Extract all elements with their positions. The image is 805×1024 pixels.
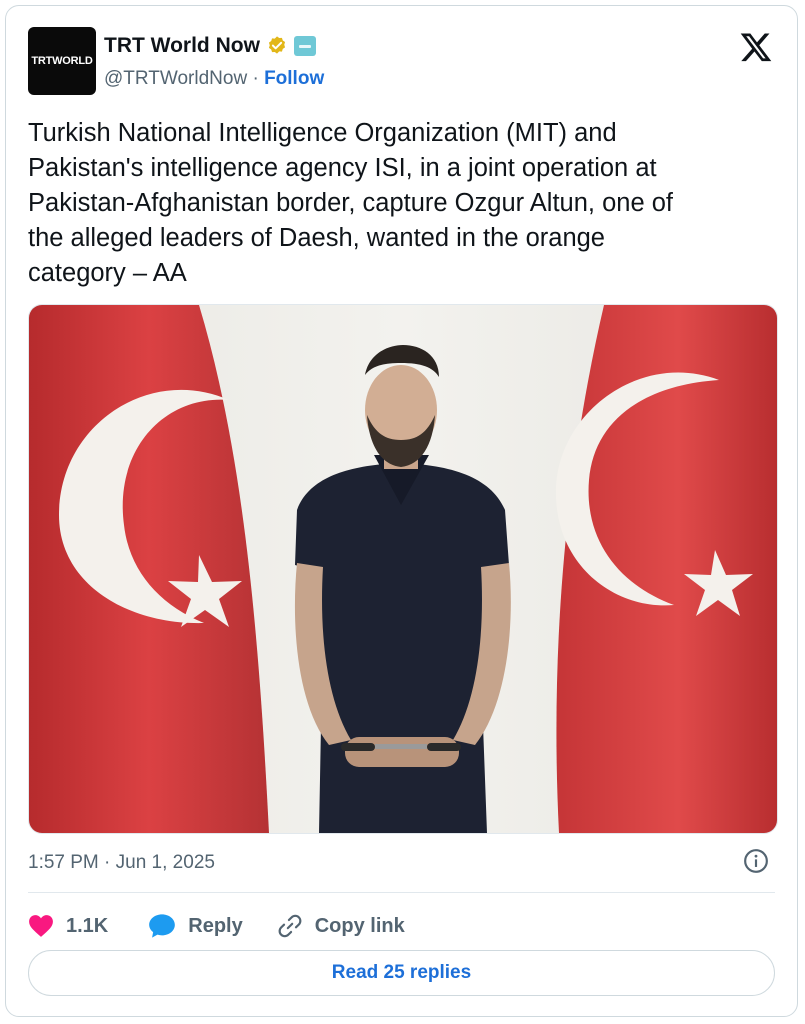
avatar[interactable]: TRTWORLD (28, 27, 96, 95)
copy-link-label: Copy link (314, 914, 405, 937)
tweet-text: Turkish National Intelligence Organizati… (28, 119, 673, 287)
likes-count: 1.1K (66, 914, 109, 937)
follow-button[interactable]: Follow (264, 68, 324, 89)
link-icon (278, 914, 302, 938)
handle-separator: · (247, 68, 265, 89)
affiliate-badge-icon (293, 36, 316, 56)
author-handle[interactable]: @TRTWorldNow (104, 68, 247, 89)
divider (28, 892, 775, 893)
avatar-logo-text: TRTWORLD (31, 55, 93, 67)
tweet-photo[interactable] (28, 304, 778, 834)
reply-label: Reply (188, 914, 243, 937)
author-name[interactable]: TRT World Now (104, 34, 260, 58)
action-bar: 1.1K Reply Copy link (28, 906, 405, 946)
tweet-timestamp[interactable]: 1:57 PM · Jun 1, 2025 (28, 852, 215, 874)
verified-badge-icon (268, 36, 285, 54)
tweet-card: TRTWORLD TRT World Now @TRTWorldNow · Fo… (5, 5, 798, 1017)
read-replies-button[interactable]: Read 25 replies (28, 950, 775, 996)
photo-image (29, 305, 777, 833)
copy-link-button[interactable]: Copy link (277, 913, 405, 939)
reply-bubble-icon (149, 914, 176, 938)
info-icon[interactable] (743, 848, 769, 874)
like-button[interactable]: 1.1K (28, 914, 148, 938)
heart-icon (29, 915, 53, 937)
handle-row: @TRTWorldNow · Follow (104, 68, 324, 90)
reply-button[interactable]: Reply (148, 913, 276, 939)
author-name-row: TRT World Now (104, 34, 316, 58)
x-logo-icon[interactable] (739, 30, 773, 64)
